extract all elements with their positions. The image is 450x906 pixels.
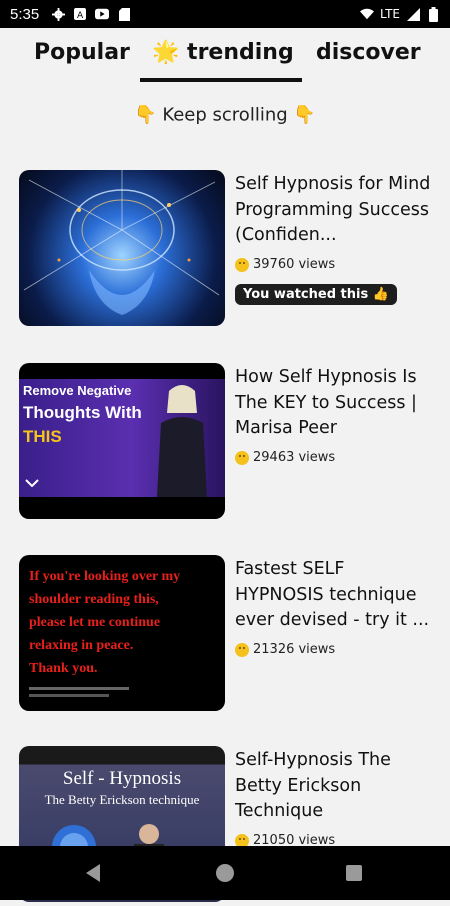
thumbnail-text-line: If you're looking over my: [29, 569, 181, 584]
video-title[interactable]: Fastest SELF HYPNOSIS technique ever dev…: [235, 557, 435, 634]
active-tab-indicator: [140, 78, 302, 82]
video-title[interactable]: Self-Hypnosis The Betty Erickson Techniq…: [235, 748, 435, 825]
back-icon[interactable]: [86, 864, 100, 882]
wifi-icon: [360, 7, 375, 21]
view-count: 29463 views: [235, 450, 335, 465]
sd-card-icon: [117, 7, 131, 21]
settings-icon: [51, 7, 65, 21]
view-count-text: 39760 views: [253, 257, 336, 272]
view-count: 21326 views: [235, 642, 335, 657]
battery-icon: [426, 6, 440, 22]
speaker-figure: [157, 385, 207, 497]
chevron-down-icon: [25, 479, 39, 487]
scroll-hint: 👇 Keep scrolling 👇: [0, 104, 450, 126]
video-thumbnail[interactable]: [19, 170, 225, 326]
app-icon: A: [73, 7, 87, 21]
brain-image: [23, 170, 220, 315]
pointing-down-icon: 👇: [293, 104, 316, 126]
network-type-label: LTE: [380, 7, 400, 21]
status-bar: 5:35 A LTE: [0, 0, 450, 28]
thumbnail-text-line: The Betty Erickson technique: [44, 792, 200, 807]
status-time: 5:35: [10, 5, 40, 23]
youtube-icon: [95, 7, 110, 21]
thumbnail-credits-graphic: [29, 687, 129, 697]
video-card[interactable]: Self Hypnosis for Mind Programming Succe…: [0, 170, 450, 330]
view-count-text: 29463 views: [253, 450, 336, 465]
watched-badge: You watched this 👍: [235, 284, 397, 305]
video-title[interactable]: How Self Hypnosis Is The KEY to Success …: [235, 365, 435, 442]
thumbnail-text-line: Self - Hypnosis: [62, 768, 182, 789]
system-icons: LTE: [360, 6, 440, 22]
video-card[interactable]: If you're looking over my shoulder readi…: [0, 555, 450, 715]
video-title[interactable]: Self Hypnosis for Mind Programming Succe…: [235, 172, 435, 249]
video-card[interactable]: Remove Negative Thoughts With THIS How S…: [0, 363, 450, 523]
thumbnail-text-line: Remove Negative: [23, 383, 132, 398]
thumbnail-text-line: shoulder reading this,: [29, 592, 159, 607]
system-nav-bar: [0, 846, 450, 900]
pointing-down-icon: 👇: [134, 104, 157, 126]
view-count-text: 21326 views: [253, 642, 336, 657]
face-emoji-icon: [235, 642, 249, 657]
svg-text:A: A: [77, 11, 84, 20]
home-icon[interactable]: [216, 864, 234, 882]
video-thumbnail[interactable]: Remove Negative Thoughts With THIS: [19, 363, 225, 519]
video-thumbnail[interactable]: If you're looking over my shoulder readi…: [19, 555, 225, 711]
face-emoji-icon: [235, 257, 249, 272]
tab-bar: Popular 🌟 trending discover: [0, 28, 450, 86]
thumbnail-text-block: If you're looking over my shoulder readi…: [29, 565, 180, 680]
signal-icon: [406, 7, 420, 21]
tab-trending[interactable]: 🌟 trending: [152, 40, 294, 65]
view-count: 39760 views: [235, 257, 335, 272]
tab-popular[interactable]: Popular: [34, 40, 130, 65]
notification-icons: A: [51, 7, 131, 21]
scroll-hint-text: Keep scrolling: [162, 104, 288, 126]
thumbnail-text-line: THIS: [23, 427, 62, 446]
thumbnail-text-line: Thank you.: [29, 661, 98, 676]
tab-discover[interactable]: discover: [316, 40, 421, 65]
face-emoji-icon: [235, 450, 249, 465]
recent-apps-icon[interactable]: [346, 865, 362, 881]
thumbnail-text-line: please let me continue: [29, 615, 161, 630]
thumbnail-text-line: Thoughts With: [23, 403, 142, 422]
thumbnail-text-line: relaxing in peace.: [29, 638, 134, 653]
